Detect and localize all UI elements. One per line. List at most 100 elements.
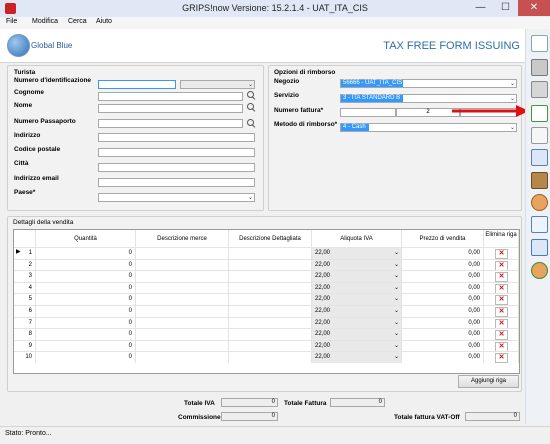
table-row[interactable]: 3 0 ⌄ 22,00 0,00 ✕	[14, 270, 519, 283]
quantity-cell[interactable]: 0	[36, 317, 136, 329]
delete-cell[interactable]: ✕	[484, 294, 519, 306]
delete-row-icon[interactable]: ✕	[495, 353, 508, 364]
description-cell[interactable]	[136, 352, 229, 364]
detailed-description-cell[interactable]	[229, 271, 312, 283]
table-row[interactable]: 2 0 ⌄ 22,00 0,00 ✕	[14, 258, 519, 271]
table-row[interactable]: 5 0 ⌄ 22,00 0,00 ✕	[14, 293, 519, 306]
description-cell[interactable]	[136, 340, 229, 352]
table-row[interactable]: 9 0 ⌄ 22,00 0,00 ✕	[14, 339, 519, 352]
description-cell[interactable]	[136, 306, 229, 317]
refresh-document-icon[interactable]	[531, 239, 548, 256]
delete-cell[interactable]: ✕	[484, 352, 519, 364]
address-input[interactable]	[98, 133, 255, 142]
description-cell[interactable]	[136, 294, 229, 306]
delete-row-icon[interactable]: ✕	[495, 260, 508, 271]
detailed-description-cell[interactable]	[229, 259, 312, 271]
search-surname-icon[interactable]	[246, 91, 255, 100]
delete-row-icon[interactable]: ✕	[495, 272, 508, 283]
quantity-cell[interactable]: 0	[36, 248, 136, 259]
description-cell[interactable]	[136, 329, 229, 341]
delete-row-icon[interactable]: ✕	[495, 295, 508, 306]
sale-price-cell[interactable]: 0,00	[402, 248, 484, 259]
delete-cell[interactable]: ✕	[484, 282, 519, 294]
vat-rate-cell[interactable]: ⌄ 22,00	[312, 352, 402, 364]
detailed-description-cell[interactable]	[229, 329, 312, 341]
table-row[interactable]: 4 0 ⌄ 22,00 0,00 ✕	[14, 281, 519, 294]
delete-row-icon[interactable]: ✕	[495, 341, 508, 352]
quantity-cell[interactable]: 0	[36, 294, 136, 306]
vat-rate-cell[interactable]: ⌄ 22,00	[312, 294, 402, 306]
col-header-quantity[interactable]: Quantità	[36, 230, 136, 247]
id-type-dropdown[interactable]: ⌄	[180, 80, 255, 89]
col-header-sale-price[interactable]: Prezzo di vendita	[402, 230, 484, 247]
quantity-cell[interactable]: 0	[36, 306, 136, 317]
vat-rate-cell[interactable]: ⌄ 22,00	[312, 340, 402, 352]
quantity-cell[interactable]: 0	[36, 340, 136, 352]
vat-rate-cell[interactable]: ⌄ 22,00	[312, 317, 402, 329]
detailed-description-cell[interactable]	[229, 248, 312, 259]
invoice-prefix-input[interactable]	[340, 108, 396, 117]
col-header-delete-row[interactable]: Elimina riga	[484, 230, 519, 247]
name-input[interactable]	[98, 104, 243, 113]
sale-price-cell[interactable]: 0,00	[402, 352, 484, 364]
search-passport-icon[interactable]	[246, 119, 255, 128]
col-header-detailed-description[interactable]: Descrizione Dettagliata	[229, 230, 312, 247]
user-icon[interactable]	[531, 194, 548, 211]
postal-code-input[interactable]	[98, 148, 255, 157]
maximize-button[interactable]: ☐	[493, 0, 518, 16]
delete-cell[interactable]: ✕	[484, 306, 519, 317]
print-preview-icon[interactable]	[531, 81, 548, 98]
store-dropdown[interactable]: 56666 - UAT_ITA_CIS ⌄	[340, 79, 517, 88]
sale-price-cell[interactable]: 0,00	[402, 282, 484, 294]
table-row[interactable]: 1 0 ⌄ 22,00 0,00 ✕ ▶	[14, 247, 519, 259]
vat-rate-cell[interactable]: ⌄ 22,00	[312, 329, 402, 341]
email-input[interactable]	[98, 178, 255, 187]
table-row[interactable]: 6 0 ⌄ 22,00 0,00 ✕	[14, 305, 519, 317]
sale-price-cell[interactable]: 0,00	[402, 329, 484, 341]
print-icon[interactable]	[531, 59, 548, 76]
table-row[interactable]: 7 0 ⌄ 22,00 0,00 ✕	[14, 316, 519, 329]
detailed-description-cell[interactable]	[229, 340, 312, 352]
detailed-description-cell[interactable]	[229, 294, 312, 306]
delete-row-icon[interactable]: ✕	[495, 330, 508, 341]
description-cell[interactable]	[136, 248, 229, 259]
description-cell[interactable]	[136, 259, 229, 271]
quantity-cell[interactable]: 0	[36, 352, 136, 364]
delete-row-icon[interactable]: ✕	[495, 307, 508, 317]
close-button[interactable]: ✕	[518, 0, 550, 16]
search-document-icon[interactable]	[531, 216, 548, 233]
vat-rate-cell[interactable]: ⌄ 22,00	[312, 259, 402, 271]
quantity-cell[interactable]: 0	[36, 282, 136, 294]
add-row-button[interactable]: Aggiungi riga	[458, 375, 519, 388]
col-header-vat-rate[interactable]: Aliquota IVA	[312, 230, 402, 247]
vat-rate-cell[interactable]: ⌄ 22,00	[312, 282, 402, 294]
detailed-description-cell[interactable]	[229, 352, 312, 364]
detailed-description-cell[interactable]	[229, 282, 312, 294]
menu-file[interactable]: File	[6, 18, 17, 25]
sale-price-cell[interactable]: 0,00	[402, 294, 484, 306]
menu-cerca[interactable]: Cerca	[68, 18, 87, 25]
delete-cell[interactable]: ✕	[484, 259, 519, 271]
passport-input[interactable]	[98, 119, 243, 128]
refund-method-dropdown[interactable]: 4 - Cash ⌄	[340, 123, 517, 132]
table-row[interactable]: 10 0 ⌄ 22,00 0,00 ✕	[14, 351, 519, 364]
country-dropdown[interactable]: ⌄	[98, 193, 255, 202]
detailed-description-cell[interactable]	[229, 306, 312, 317]
delete-cell[interactable]: ✕	[484, 271, 519, 283]
issue-form-icon[interactable]	[531, 105, 548, 122]
delete-cell[interactable]: ✕	[484, 340, 519, 352]
delete-cell[interactable]: ✕	[484, 317, 519, 329]
delete-cell[interactable]: ✕	[484, 329, 519, 341]
sale-price-cell[interactable]: 0,00	[402, 306, 484, 317]
description-cell[interactable]	[136, 271, 229, 283]
description-cell[interactable]	[136, 282, 229, 294]
quantity-cell[interactable]: 0	[36, 329, 136, 341]
description-cell[interactable]	[136, 317, 229, 329]
copy-documents-icon[interactable]	[531, 149, 548, 166]
delete-row-icon[interactable]: ✕	[495, 318, 508, 329]
service-dropdown[interactable]: 3 - ITA STANDARD B ⌄	[340, 94, 517, 103]
search-name-icon[interactable]	[246, 103, 255, 112]
minimize-button[interactable]: —	[468, 0, 493, 16]
detailed-description-cell[interactable]	[229, 317, 312, 329]
sale-price-cell[interactable]: 0,00	[402, 340, 484, 352]
